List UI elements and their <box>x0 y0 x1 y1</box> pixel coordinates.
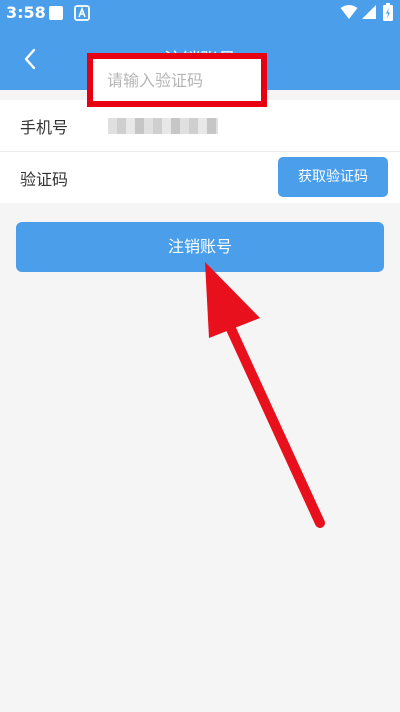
signal-icon <box>362 5 376 19</box>
phone-label: 手机号 <box>20 118 69 137</box>
status-time: 3:58 <box>6 3 46 22</box>
get-code-button[interactable]: 获取验证码 <box>278 157 388 197</box>
deactivate-account-button[interactable]: 注销账号 <box>16 222 384 272</box>
code-label: 验证码 <box>20 170 69 189</box>
status-bar: 3:58 <box>0 0 400 28</box>
phone-value-masked <box>108 118 218 134</box>
wifi-icon <box>340 5 358 19</box>
notification-square-icon <box>49 6 63 20</box>
font-a-icon <box>74 5 90 21</box>
verification-code-input[interactable] <box>87 53 267 107</box>
phone-row: 手机号 <box>0 100 400 151</box>
battery-icon <box>383 3 393 21</box>
